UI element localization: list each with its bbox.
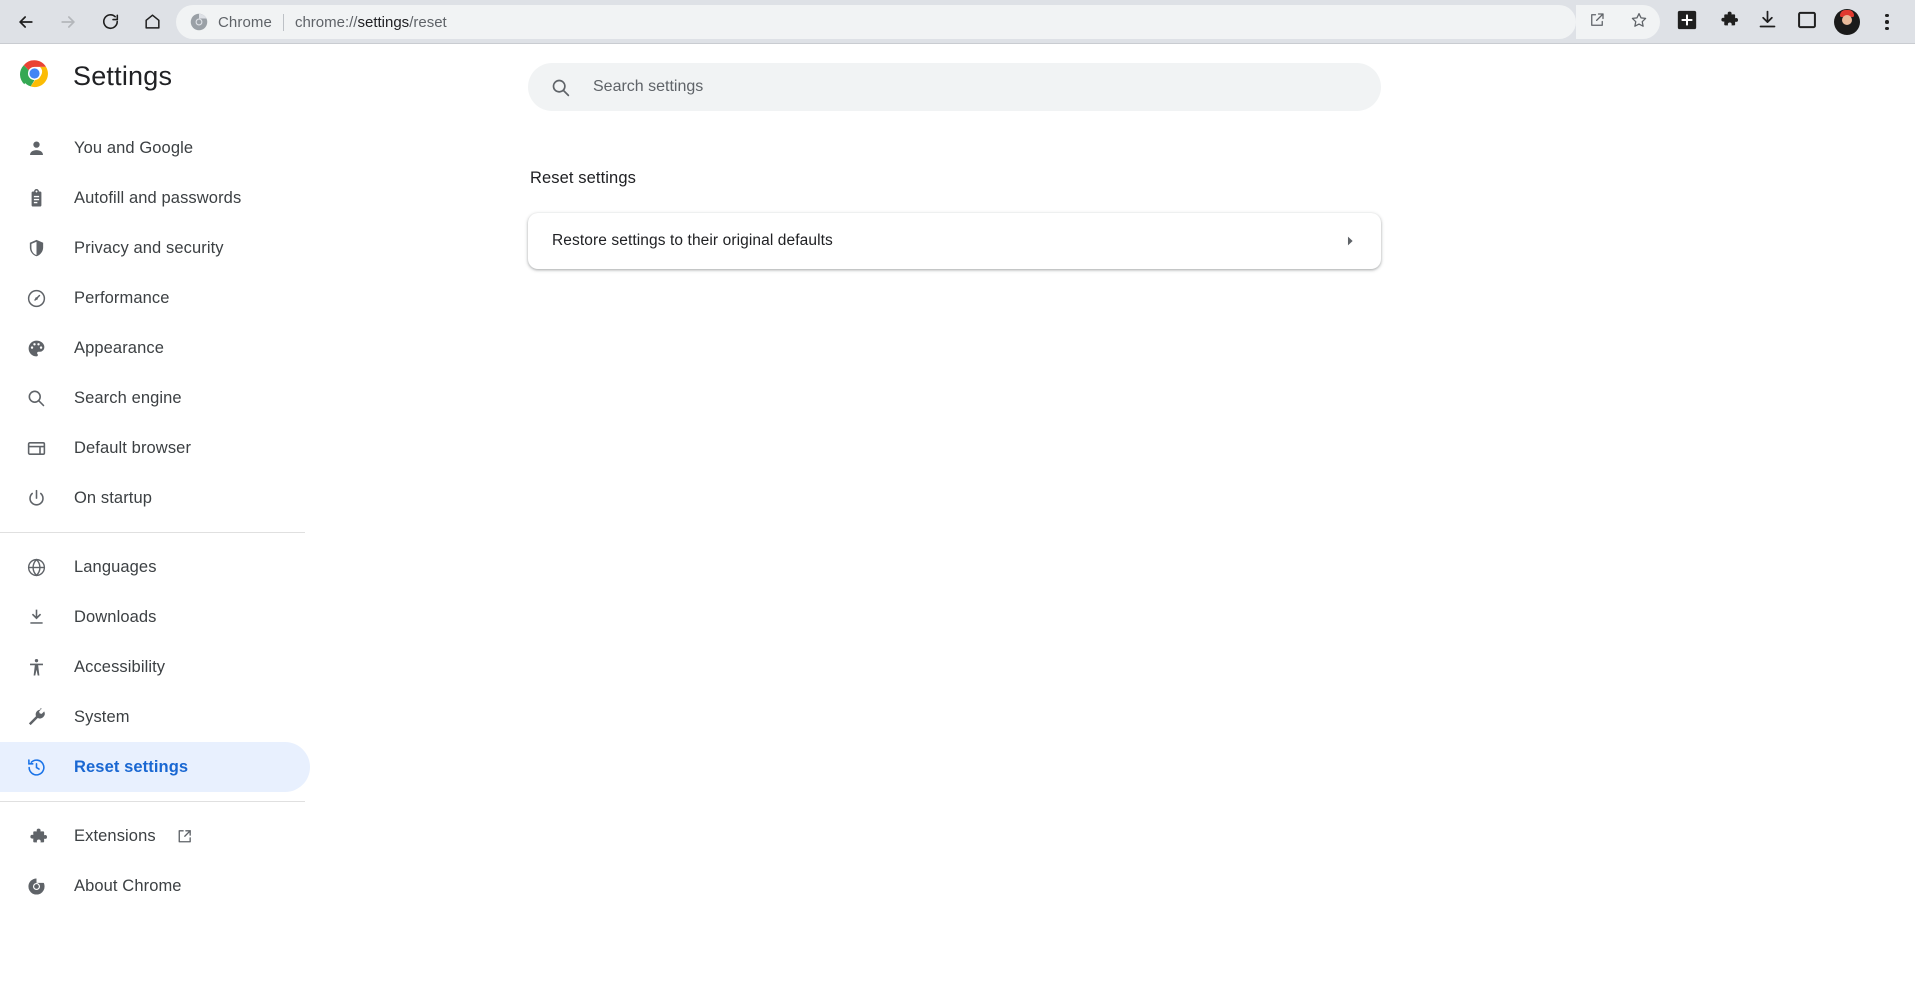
sidebar-item-label: Privacy and security bbox=[74, 239, 224, 258]
omnibox-site-label: Chrome bbox=[218, 14, 272, 31]
shield-icon bbox=[24, 236, 48, 260]
sidebar-group-2: Languages Downloads Accessibility System bbox=[0, 542, 310, 792]
side-panel-icon bbox=[1797, 10, 1817, 35]
settings-sidebar: You and Google Autofill and passwords Pr… bbox=[0, 123, 310, 911]
chrome-logo bbox=[20, 59, 49, 93]
sidebar-item-extensions[interactable]: Extensions bbox=[0, 811, 310, 861]
search-input[interactable] bbox=[593, 78, 1333, 96]
arrow-back-icon bbox=[16, 12, 36, 32]
profile-button[interactable] bbox=[1829, 4, 1865, 40]
new-tab-square-icon bbox=[1676, 9, 1698, 36]
sidebar-item-downloads[interactable]: Downloads bbox=[0, 592, 310, 642]
new-tab-square-button[interactable] bbox=[1669, 4, 1705, 40]
history-reset-icon bbox=[24, 755, 48, 779]
sidebar-item-label: Search engine bbox=[74, 389, 182, 408]
sidebar-item-label: Appearance bbox=[74, 339, 164, 358]
person-icon bbox=[24, 136, 48, 160]
share-icon bbox=[1588, 11, 1606, 34]
sidebar-item-label: Default browser bbox=[74, 439, 191, 458]
bookmark-button[interactable] bbox=[1624, 7, 1654, 37]
arrow-forward-icon bbox=[58, 12, 78, 32]
address-bar[interactable]: Chrome chrome://settings/reset bbox=[176, 5, 1576, 39]
sidebar-item-search-engine[interactable]: Search engine bbox=[0, 373, 310, 423]
globe-icon bbox=[24, 555, 48, 579]
sidebar-item-languages[interactable]: Languages bbox=[0, 542, 310, 592]
page-title: Settings bbox=[73, 61, 172, 92]
reload-icon bbox=[101, 12, 120, 31]
url-strong: settings bbox=[357, 14, 409, 31]
sidebar-item-label: You and Google bbox=[74, 139, 193, 158]
chevron-right-icon bbox=[1343, 234, 1357, 248]
restore-defaults-label: Restore settings to their original defau… bbox=[552, 232, 833, 250]
browser-toolbar: Chrome chrome://settings/reset bbox=[0, 0, 1915, 44]
sidebar-item-system[interactable]: System bbox=[0, 692, 310, 742]
sidebar-item-reset-settings[interactable]: Reset settings bbox=[0, 742, 310, 792]
sidebar-item-you-and-google[interactable]: You and Google bbox=[0, 123, 310, 173]
back-button[interactable] bbox=[8, 4, 44, 40]
downloads-icon bbox=[1757, 9, 1778, 35]
settings-page: Settings You and Google Autofill and pas… bbox=[0, 45, 1915, 997]
chrome-icon bbox=[190, 13, 208, 31]
sidebar-item-label: Extensions bbox=[74, 827, 156, 846]
sidebar-item-label: Accessibility bbox=[74, 658, 165, 677]
home-icon bbox=[143, 12, 162, 31]
extensions-button[interactable] bbox=[1709, 4, 1745, 40]
sidebar-item-performance[interactable]: Performance bbox=[0, 273, 310, 323]
downloads-button[interactable] bbox=[1749, 4, 1785, 40]
sidebar-item-label: Autofill and passwords bbox=[74, 189, 241, 208]
search-icon bbox=[24, 386, 48, 410]
omnibox-url: chrome://settings/reset bbox=[295, 14, 447, 31]
sidebar-item-label: Downloads bbox=[74, 608, 157, 627]
speedometer-icon bbox=[24, 286, 48, 310]
sidebar-item-on-startup[interactable]: On startup bbox=[0, 473, 310, 523]
section-title: Reset settings bbox=[530, 169, 636, 188]
sidebar-item-about-chrome[interactable]: About Chrome bbox=[0, 861, 310, 911]
sidebar-item-label: About Chrome bbox=[74, 877, 182, 896]
sidebar-item-label: Reset settings bbox=[74, 758, 188, 777]
sidebar-item-appearance[interactable]: Appearance bbox=[0, 323, 310, 373]
sidebar-item-label: System bbox=[74, 708, 130, 727]
more-menu-button[interactable] bbox=[1869, 4, 1905, 40]
sidebar-item-privacy-and-security[interactable]: Privacy and security bbox=[0, 223, 310, 273]
url-prefix: chrome:// bbox=[295, 14, 358, 31]
omnibox-separator bbox=[283, 14, 284, 31]
share-button[interactable] bbox=[1582, 7, 1612, 37]
sidebar-group-1: You and Google Autofill and passwords Pr… bbox=[0, 123, 310, 523]
sidebar-group-3: Extensions About Chrome bbox=[0, 811, 310, 911]
palette-icon bbox=[24, 336, 48, 360]
search-icon bbox=[550, 77, 571, 98]
star-icon bbox=[1630, 11, 1648, 34]
sidebar-item-accessibility[interactable]: Accessibility bbox=[0, 642, 310, 692]
sidebar-item-label: Performance bbox=[74, 289, 170, 308]
search-settings-bar[interactable] bbox=[528, 63, 1381, 111]
reload-button[interactable] bbox=[92, 4, 128, 40]
download-icon bbox=[24, 605, 48, 629]
navigation-buttons bbox=[8, 4, 170, 40]
open-in-new-icon[interactable] bbox=[176, 828, 193, 845]
extensions-puzzle-icon bbox=[1717, 9, 1738, 35]
sidebar-divider-1 bbox=[0, 532, 305, 533]
wrench-icon bbox=[24, 705, 48, 729]
home-button[interactable] bbox=[134, 4, 170, 40]
sidebar-item-default-browser[interactable]: Default browser bbox=[0, 423, 310, 473]
puzzle-icon bbox=[24, 824, 48, 848]
toolbar-actions bbox=[1667, 0, 1907, 44]
url-suffix: /reset bbox=[409, 14, 447, 31]
chrome-ring-icon bbox=[24, 874, 48, 898]
omnibox-actions bbox=[1576, 5, 1660, 39]
settings-header: Settings bbox=[20, 59, 172, 93]
sidebar-item-label: On startup bbox=[74, 489, 152, 508]
power-icon bbox=[24, 486, 48, 510]
more-menu-icon bbox=[1885, 14, 1889, 31]
sidebar-item-autofill-and-passwords[interactable]: Autofill and passwords bbox=[0, 173, 310, 223]
clipboard-icon bbox=[24, 186, 48, 210]
browser-window-icon bbox=[24, 436, 48, 460]
profile-avatar bbox=[1834, 9, 1860, 35]
sidebar-item-label: Languages bbox=[74, 558, 157, 577]
side-panel-button[interactable] bbox=[1789, 4, 1825, 40]
sidebar-divider-2 bbox=[0, 801, 305, 802]
accessibility-icon bbox=[24, 655, 48, 679]
restore-defaults-row[interactable]: Restore settings to their original defau… bbox=[528, 213, 1381, 269]
forward-button[interactable] bbox=[50, 4, 86, 40]
